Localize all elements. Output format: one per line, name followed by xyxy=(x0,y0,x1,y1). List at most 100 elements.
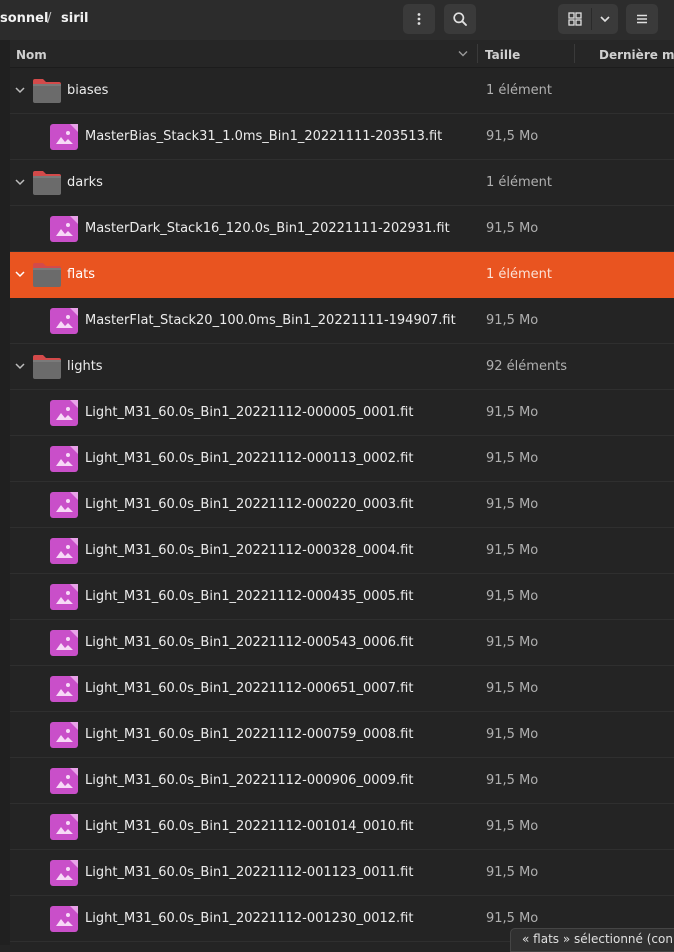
item-size: 91,5 Mo xyxy=(486,727,539,742)
file-row[interactable]: Light_M31_60.0s_Bin1_20221112-000651_000… xyxy=(10,666,674,712)
file-name: Light_M31_60.0s_Bin1_20221112-001230_001… xyxy=(85,911,414,926)
status-text: « flats » sélectionné (con xyxy=(522,932,673,946)
file-row[interactable]: Light_M31_60.0s_Bin1_20221112-000328_000… xyxy=(10,528,674,574)
file-row[interactable]: Light_M31_60.0s_Bin1_20221112-000220_000… xyxy=(10,482,674,528)
file-name: Light_M31_60.0s_Bin1_20221112-000005_000… xyxy=(85,405,414,420)
file-row[interactable]: Light_M31_60.0s_Bin1_20221112-000759_000… xyxy=(10,712,674,758)
file-name: Light_M31_60.0s_Bin1_20221112-001123_001… xyxy=(85,865,414,880)
folder-row[interactable]: darks 1 élément xyxy=(10,160,674,206)
image-file-icon xyxy=(50,814,78,840)
header-bar: sonnel / siril xyxy=(0,0,674,41)
column-modified-header[interactable]: Dernière mo xyxy=(599,48,674,62)
file-name: MasterFlat_Stack20_100.0ms_Bin1_20221111… xyxy=(85,313,456,328)
item-size: 91,5 Mo xyxy=(486,313,539,328)
folder-icon xyxy=(33,263,61,287)
folder-name: flats xyxy=(67,267,96,282)
image-file-icon xyxy=(50,538,78,564)
file-row[interactable]: Light_M31_60.0s_Bin1_20221112-000435_000… xyxy=(10,574,674,620)
item-size: 91,5 Mo xyxy=(486,819,539,834)
file-name: Light_M31_60.0s_Bin1_20221112-000759_000… xyxy=(85,727,414,742)
image-file-icon xyxy=(50,722,78,748)
file-list: biases 1 élément MasterBias_Stack31_1.0ms_… xyxy=(10,68,674,942)
more-options-button[interactable] xyxy=(403,4,435,34)
column-divider[interactable] xyxy=(477,44,478,63)
file-name: MasterDark_Stack16_120.0s_Bin1_20221111-… xyxy=(85,221,450,236)
item-size: 91,5 Mo xyxy=(486,451,539,466)
image-file-icon xyxy=(50,308,78,334)
chevron-down-icon xyxy=(600,16,610,23)
expander-chevron-icon[interactable] xyxy=(14,360,26,372)
image-file-icon xyxy=(50,860,78,886)
folder-row[interactable]: biases 1 élément xyxy=(10,68,674,114)
item-size: 91,5 Mo xyxy=(486,589,539,604)
grid-view-icon xyxy=(567,12,582,26)
folder-row[interactable]: lights 92 éléments xyxy=(10,344,674,390)
file-name: Light_M31_60.0s_Bin1_20221112-000435_000… xyxy=(85,589,414,604)
view-mode-group xyxy=(558,4,618,34)
folder-row[interactable]: flats 1 élément xyxy=(10,252,674,298)
column-name-header[interactable]: Nom xyxy=(16,48,47,62)
image-file-icon xyxy=(50,216,78,242)
folder-icon xyxy=(33,355,61,379)
image-file-icon xyxy=(50,630,78,656)
folder-name: darks xyxy=(67,175,103,190)
file-row[interactable]: Light_M31_60.0s_Bin1_20221112-001014_001… xyxy=(10,804,674,850)
file-row[interactable]: MasterFlat_Stack20_100.0ms_Bin1_20221111… xyxy=(10,298,674,344)
expander-chevron-icon[interactable] xyxy=(14,176,26,188)
status-bar: « flats » sélectionné (con xyxy=(510,928,674,952)
column-header: Nom Taille Dernière mo xyxy=(10,40,674,68)
file-row[interactable]: MasterBias_Stack31_1.0ms_Bin1_20221111-2… xyxy=(10,114,674,160)
expander-chevron-icon[interactable] xyxy=(14,84,26,96)
file-row[interactable]: MasterDark_Stack16_120.0s_Bin1_20221111-… xyxy=(10,206,674,252)
item-size: 91,5 Mo xyxy=(486,773,539,788)
main-menu-button[interactable] xyxy=(626,4,658,34)
file-name: Light_M31_60.0s_Bin1_20221112-000328_000… xyxy=(85,543,414,558)
file-name: Light_M31_60.0s_Bin1_20221112-001014_001… xyxy=(85,819,414,834)
file-name: Light_M31_60.0s_Bin1_20221112-000543_000… xyxy=(85,635,414,650)
breadcrumb-parent[interactable]: sonnel xyxy=(0,11,48,26)
image-file-icon xyxy=(50,400,78,426)
image-file-icon xyxy=(50,446,78,472)
file-row[interactable]: Light_M31_60.0s_Bin1_20221112-000543_000… xyxy=(10,620,674,666)
file-row[interactable]: Light_M31_60.0s_Bin1_20221112-000113_000… xyxy=(10,436,674,482)
item-size: 91,5 Mo xyxy=(486,911,539,926)
item-size: 91,5 Mo xyxy=(486,681,539,696)
file-name: MasterBias_Stack31_1.0ms_Bin1_20221111-2… xyxy=(85,129,443,144)
column-size-header[interactable]: Taille xyxy=(485,48,520,62)
file-name: Light_M31_60.0s_Bin1_20221112-000906_000… xyxy=(85,773,414,788)
file-row[interactable]: Light_M31_60.0s_Bin1_20221112-001123_001… xyxy=(10,850,674,896)
item-size: 91,5 Mo xyxy=(486,543,539,558)
item-size: 1 élément xyxy=(486,267,553,282)
image-file-icon xyxy=(50,768,78,794)
file-row[interactable]: Light_M31_60.0s_Bin1_20221112-000005_000… xyxy=(10,390,674,436)
item-size: 1 élément xyxy=(486,83,553,98)
sort-chevron-icon[interactable] xyxy=(458,50,468,58)
view-options-dropdown[interactable] xyxy=(592,4,618,34)
grid-view-button[interactable] xyxy=(558,4,591,34)
image-file-icon xyxy=(50,906,78,932)
file-name: Light_M31_60.0s_Bin1_20221112-000651_000… xyxy=(85,681,414,696)
breadcrumb-current[interactable]: siril xyxy=(61,11,89,26)
folder-name: biases xyxy=(67,83,109,98)
file-name: Light_M31_60.0s_Bin1_20221112-000220_000… xyxy=(85,497,414,512)
hamburger-menu-icon xyxy=(637,14,647,24)
folder-icon xyxy=(33,171,61,195)
vertical-dots-icon xyxy=(417,13,421,25)
search-icon xyxy=(453,12,467,26)
item-size: 91,5 Mo xyxy=(486,497,539,512)
column-divider[interactable] xyxy=(574,44,575,63)
expander-chevron-icon[interactable] xyxy=(14,268,26,280)
item-size: 91,5 Mo xyxy=(486,129,539,144)
item-size: 91,5 Mo xyxy=(486,221,539,236)
image-file-icon xyxy=(50,124,78,150)
search-button[interactable] xyxy=(444,4,476,34)
file-name: Light_M31_60.0s_Bin1_20221112-000113_000… xyxy=(85,451,414,466)
image-file-icon xyxy=(50,676,78,702)
breadcrumb-separator: / xyxy=(47,11,52,26)
file-row[interactable]: Light_M31_60.0s_Bin1_20221112-000906_000… xyxy=(10,758,674,804)
folder-name: lights xyxy=(67,359,103,374)
item-size: 1 élément xyxy=(486,175,553,190)
item-size: 91,5 Mo xyxy=(486,635,539,650)
item-size: 91,5 Mo xyxy=(486,405,539,420)
item-size: 92 éléments xyxy=(486,359,568,374)
